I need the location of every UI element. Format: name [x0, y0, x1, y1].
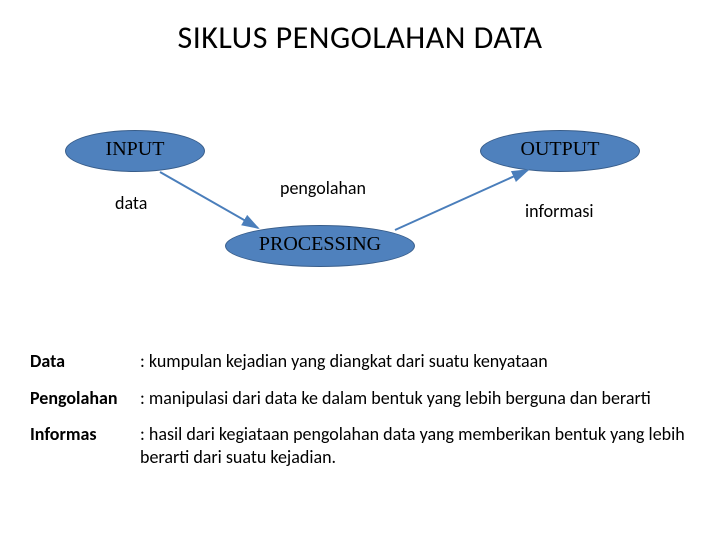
slide: SIKLUS PENGOLAHAN DATA INPUT data OUTPUT… [0, 0, 720, 540]
definition-term: Informas [30, 423, 140, 468]
definition-term: Data [30, 350, 140, 373]
definition-row: Informas : hasil dari kegiataan pengolah… [30, 423, 690, 468]
definition-body: : kumpulan kejadian yang diangkat dari s… [140, 350, 690, 373]
definition-body: : hasil dari kegiataan pengolahan data y… [140, 423, 690, 468]
definition-body: : manipulasi dari data ke dalam bentuk y… [140, 387, 690, 410]
definition-term: Pengolahan [30, 387, 140, 410]
definition-row: Data : kumpulan kejadian yang diangkat d… [30, 350, 690, 373]
definition-row: Pengolahan : manipulasi dari data ke dal… [30, 387, 690, 410]
definitions: Data : kumpulan kejadian yang diangkat d… [30, 350, 690, 482]
